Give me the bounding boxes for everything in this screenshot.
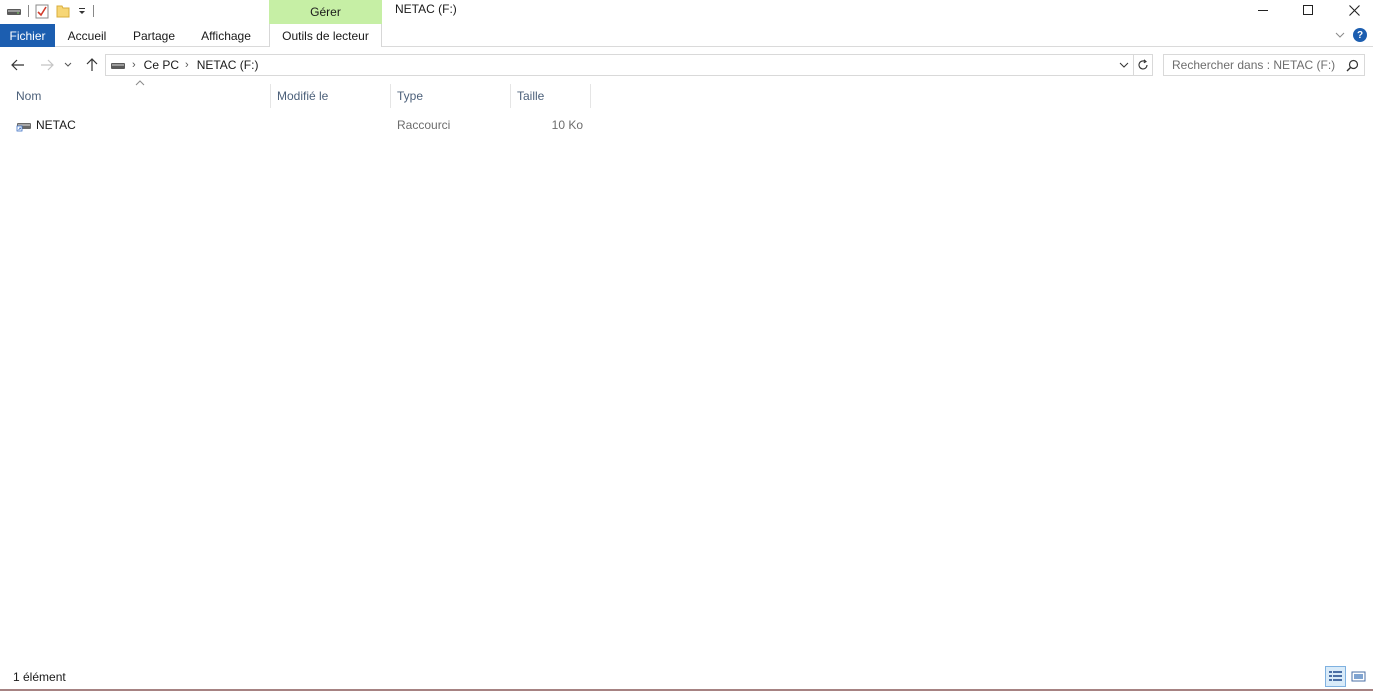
file-size: 10 Ko bbox=[551, 118, 583, 132]
back-arrow-icon bbox=[11, 59, 24, 71]
breadcrumb-separator-icon[interactable]: › bbox=[132, 59, 136, 71]
shortcut-drive-icon bbox=[16, 118, 32, 132]
navigation-bar: › Ce PC › NETAC (F:) bbox=[0, 52, 1373, 78]
breadcrumb-ce-pc[interactable]: Ce PC bbox=[144, 58, 179, 72]
tab-affichage[interactable]: Affichage bbox=[193, 24, 259, 47]
help-icon[interactable]: ? bbox=[1353, 28, 1367, 42]
back-button[interactable] bbox=[8, 55, 28, 75]
ribbon-tab-bar: Fichier Accueil Partage Affichage ? bbox=[0, 24, 1373, 47]
file-name-cell: NETAC bbox=[10, 114, 271, 136]
maximize-button[interactable] bbox=[1285, 0, 1331, 20]
minimize-button[interactable] bbox=[1240, 0, 1286, 20]
column-header-type[interactable]: Type bbox=[391, 84, 511, 108]
chevron-down-icon bbox=[64, 62, 72, 67]
file-name: NETAC bbox=[36, 118, 76, 132]
status-item-count: 1 élément bbox=[13, 670, 66, 684]
forward-arrow-icon bbox=[41, 59, 54, 71]
chevron-down-icon bbox=[1119, 62, 1129, 68]
search-box[interactable] bbox=[1163, 54, 1365, 76]
maximize-icon bbox=[1303, 5, 1313, 15]
quick-access-toolbar bbox=[6, 2, 94, 20]
tab-outils-de-lecteur[interactable]: Outils de lecteur bbox=[269, 24, 382, 47]
forward-button[interactable] bbox=[37, 55, 57, 75]
breadcrumb-separator-icon[interactable]: › bbox=[185, 59, 189, 71]
title-bar: NETAC (F:) bbox=[0, 0, 1373, 22]
large-icons-view-icon bbox=[1351, 671, 1366, 682]
refresh-icon bbox=[1138, 59, 1148, 70]
file-type: Raccourci bbox=[397, 118, 451, 132]
window-title: NETAC (F:) bbox=[395, 2, 457, 16]
view-switcher bbox=[1325, 666, 1369, 687]
file-modified bbox=[271, 114, 391, 136]
context-group-header: Gérer bbox=[269, 0, 382, 24]
recent-locations-button[interactable] bbox=[61, 55, 75, 75]
search-input[interactable] bbox=[1164, 55, 1342, 75]
toolbar-separator bbox=[93, 5, 94, 17]
drive-icon[interactable] bbox=[6, 5, 22, 17]
refresh-button[interactable] bbox=[1134, 54, 1153, 76]
address-dropdown-button[interactable] bbox=[1117, 58, 1131, 72]
breadcrumb-netac[interactable]: NETAC (F:) bbox=[197, 58, 259, 72]
new-folder-icon[interactable] bbox=[55, 3, 71, 19]
list-item[interactable]: NETAC Raccourci 10 Ko bbox=[10, 114, 591, 136]
column-header-modifie-le[interactable]: Modifié le bbox=[271, 84, 391, 108]
properties-icon[interactable] bbox=[35, 3, 49, 19]
tab-partage[interactable]: Partage bbox=[124, 24, 184, 47]
close-icon bbox=[1348, 4, 1360, 16]
column-headers: Nom Modifié le Type Taille bbox=[10, 84, 591, 108]
close-button[interactable] bbox=[1331, 0, 1373, 20]
search-icon[interactable] bbox=[1346, 59, 1359, 75]
drive-icon bbox=[110, 60, 126, 70]
customize-toolbar-icon[interactable] bbox=[77, 6, 87, 16]
tab-accueil[interactable]: Accueil bbox=[58, 24, 116, 47]
expand-ribbon-icon[interactable] bbox=[1335, 31, 1345, 39]
ribbon-controls: ? bbox=[1335, 28, 1367, 42]
details-view-icon bbox=[1329, 671, 1342, 681]
details-view-button[interactable] bbox=[1325, 666, 1346, 687]
column-header-nom[interactable]: Nom bbox=[10, 84, 271, 108]
up-button[interactable] bbox=[82, 55, 102, 75]
large-icons-view-button[interactable] bbox=[1348, 666, 1369, 687]
toolbar-separator bbox=[28, 5, 29, 17]
column-header-taille[interactable]: Taille bbox=[511, 84, 591, 108]
address-bar[interactable]: › Ce PC › NETAC (F:) bbox=[105, 54, 1134, 76]
minimize-icon bbox=[1258, 10, 1268, 11]
up-arrow-icon bbox=[86, 58, 98, 71]
tab-fichier[interactable]: Fichier bbox=[0, 24, 55, 47]
